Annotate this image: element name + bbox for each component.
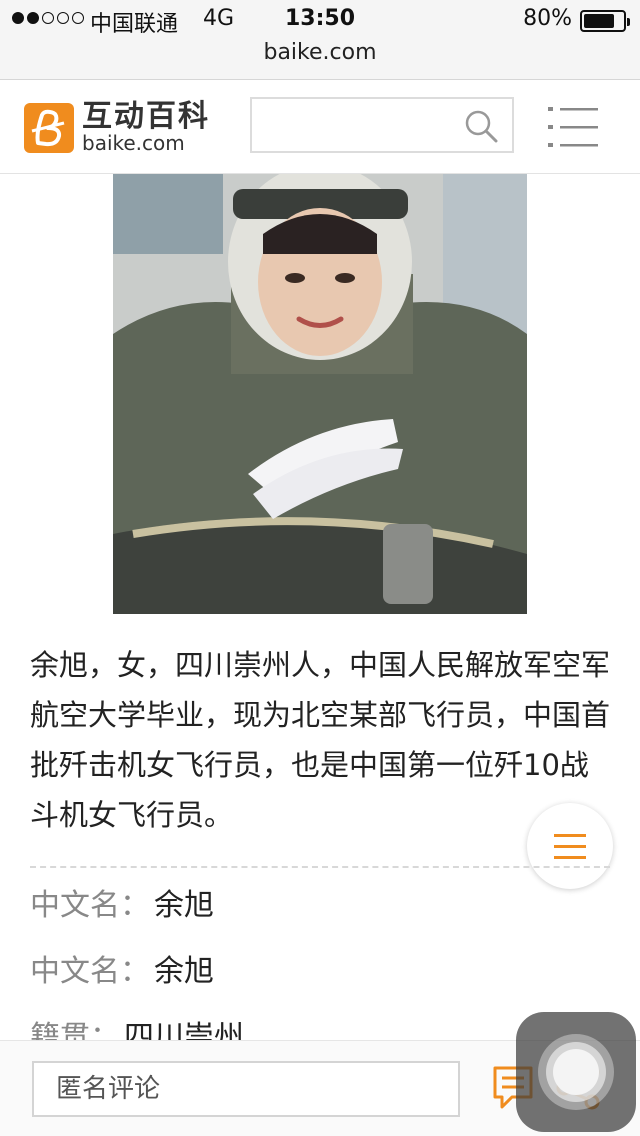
status-bar: 中国联通 4G 13:50 80% — [0, 0, 640, 40]
comment-input[interactable]: 匿名评论 — [32, 1061, 460, 1117]
logo-english-text: baike.com — [82, 131, 185, 155]
site-header: 互动百科 baike.com — [0, 80, 640, 174]
article-photo[interactable] — [113, 164, 527, 614]
section-divider — [30, 866, 610, 868]
assistive-touch-center — [553, 1049, 599, 1095]
search-input[interactable] — [260, 99, 460, 149]
info-row: 中文名： 余旭 — [30, 946, 214, 990]
logo-mark-icon — [24, 103, 74, 153]
list-menu-icon — [554, 834, 586, 859]
search-box — [250, 97, 514, 153]
battery-percent: 80% — [523, 6, 572, 31]
info-row: 中文名： 余旭 — [30, 880, 214, 924]
battery-icon — [580, 10, 630, 32]
search-icon[interactable] — [464, 109, 498, 143]
catalog-button[interactable] — [527, 803, 613, 889]
info-value: 余旭 — [154, 888, 214, 923]
info-value: 余旭 — [154, 954, 214, 989]
menu-icon[interactable] — [546, 102, 600, 152]
browser-top-bar: 中国联通 4G 13:50 80% baike.com — [0, 0, 640, 80]
address-bar-url[interactable]: baike.com — [0, 40, 640, 65]
assistive-touch-button[interactable] — [516, 1012, 636, 1132]
logo-chinese-text: 互动百科 — [82, 99, 210, 134]
info-label: 中文名： — [30, 954, 150, 989]
info-label: 中文名： — [30, 888, 150, 923]
site-logo[interactable]: 互动百科 baike.com — [24, 102, 210, 154]
